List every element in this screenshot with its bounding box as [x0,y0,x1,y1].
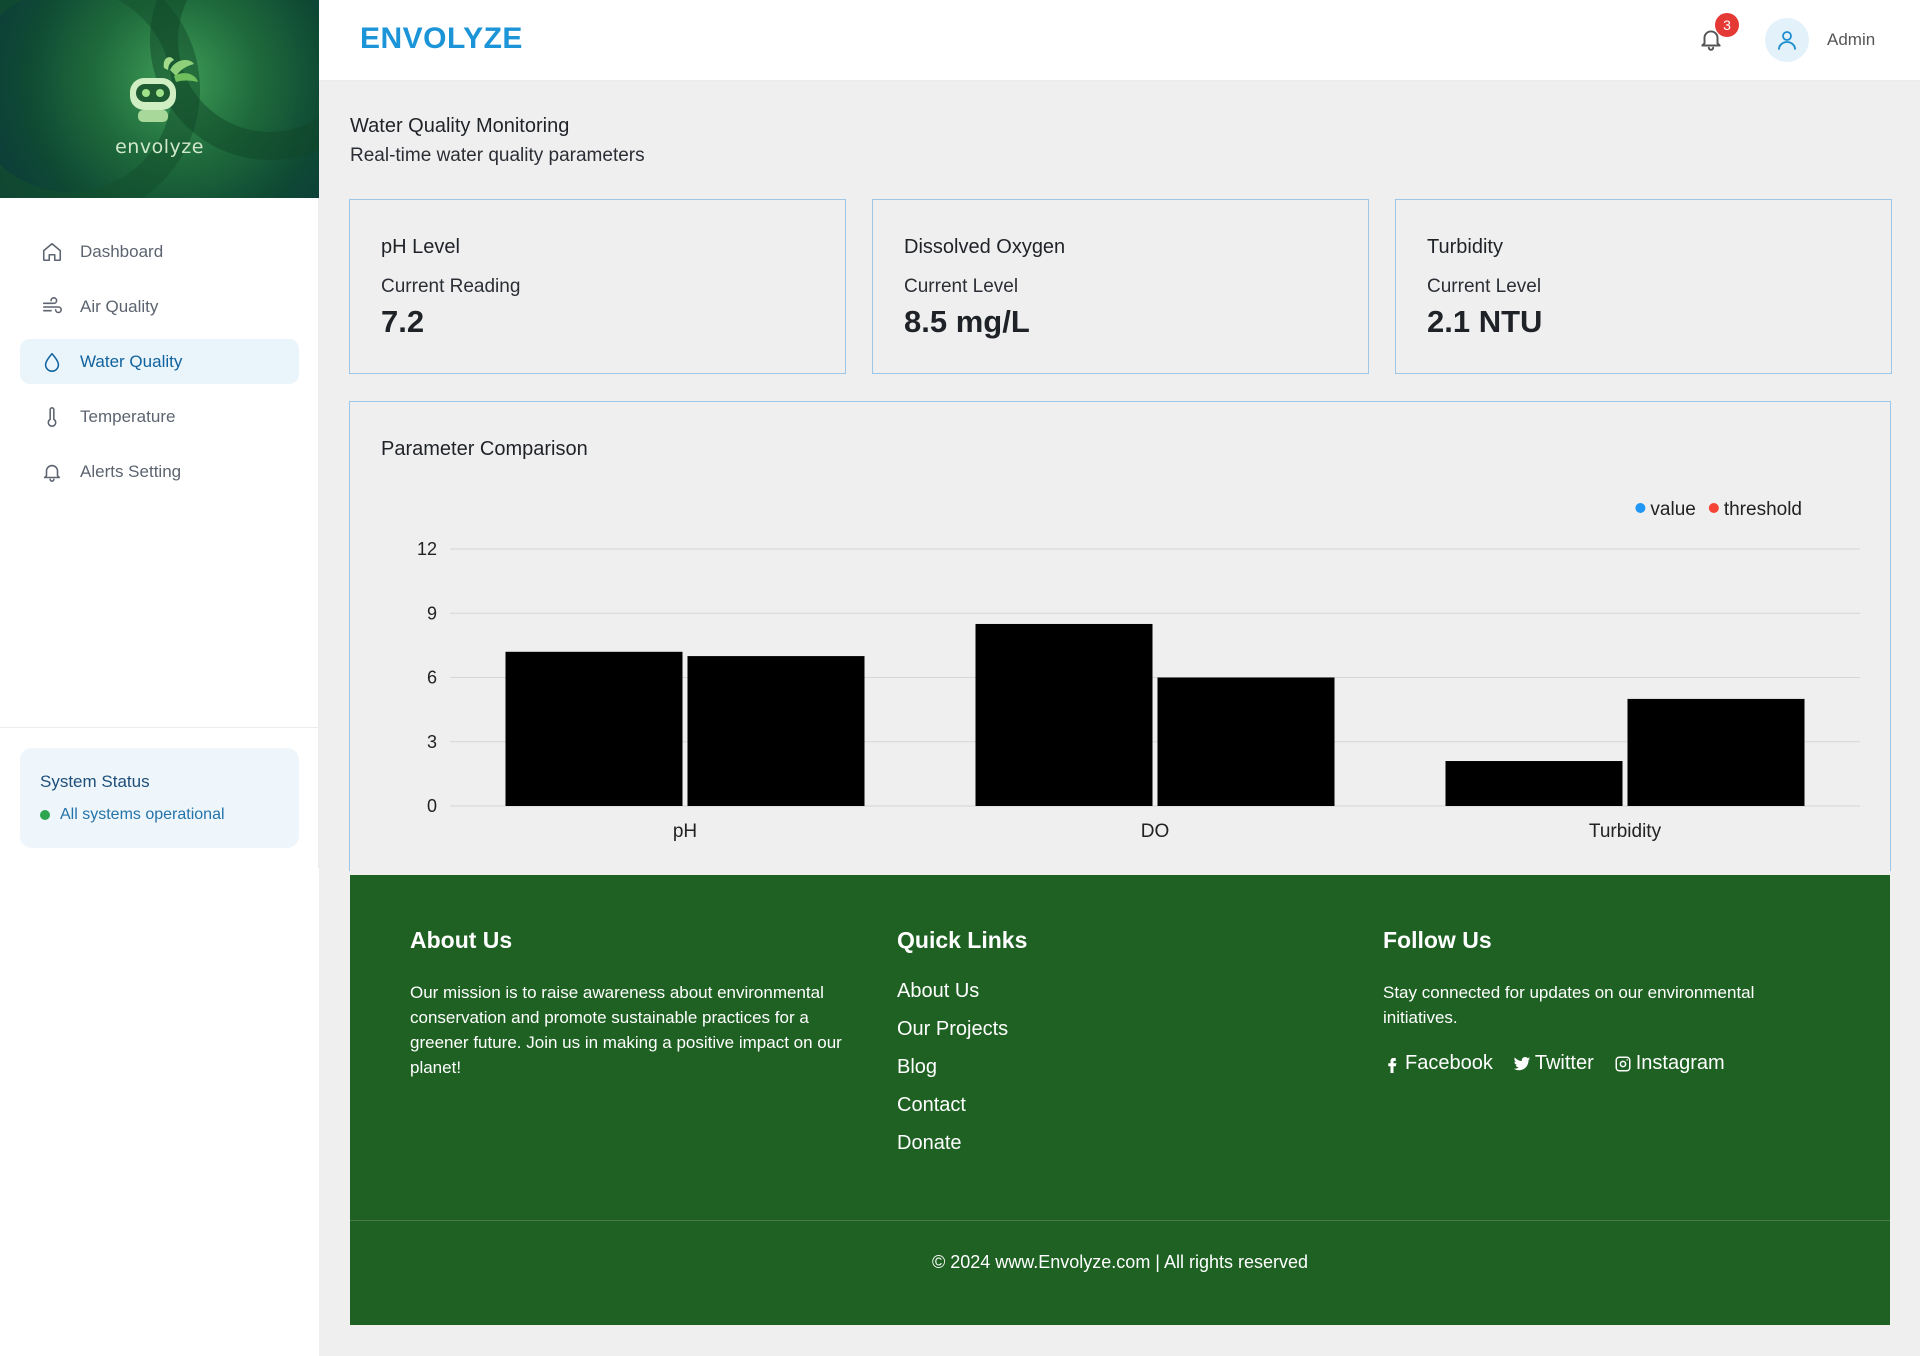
turbidity-card: Turbidity Current Level 2.1 NTU [1395,199,1892,374]
sidebar-item-air-quality[interactable]: Air Quality [20,284,299,329]
logo[interactable]: envolyze [0,0,319,198]
sidebar-nav: Dashboard Air Quality Water Quality Temp… [20,229,299,504]
footer-link-donate[interactable]: Donate [897,1132,1297,1155]
user-name[interactable]: Admin [1827,30,1875,50]
footer-link-contact[interactable]: Contact [897,1094,1297,1117]
card-label: Current Level [904,276,1019,297]
chart-bar-value-turbidity [1445,761,1623,806]
status-dot-icon [40,810,50,820]
wind-icon [40,295,64,319]
chart-y-tick-label: 6 [427,668,437,688]
chart-x-tick-label: DO [1141,821,1170,842]
page-title: Water Quality Monitoring [350,115,570,137]
sidebar: envolyze Dashboard Air Quality Water Qua… [0,0,319,868]
notification-badge: 3 [1715,13,1739,37]
chart-bar-value-ph [505,651,683,806]
social-label: Facebook [1405,1052,1493,1074]
footer-about: About Us Our mission is to raise awarene… [410,927,850,1080]
system-status-title: System Status [40,772,150,791]
chart-y-tick-label: 9 [427,603,437,623]
footer: About Us Our mission is to raise awarene… [350,875,1890,1325]
social-link-instagram[interactable]: Instagram [1614,1052,1725,1075]
sidebar-item-dashboard[interactable]: Dashboard [20,229,299,274]
sidebar-item-label: Alerts Setting [80,461,182,481]
sidebar-item-temperature[interactable]: Temperature [20,394,299,439]
chart-y-tick-label: 3 [427,732,437,752]
chart-bar-threshold-ph [687,656,865,806]
top-header: ENVOLYZE 3 Admin [319,0,1920,81]
logo-text: envolyze [115,136,204,158]
parameter-comparison-chart-card: Parameter Comparison 0 3 6 9 12 pH DO Turbidity… [349,401,1891,871]
system-status-card: System Status All systems operational [20,748,299,848]
robot-icon [130,57,198,122]
footer-quick-links: Quick Links About Us Our Projects Blog C… [897,927,1297,1170]
chart-y-tick-label: 0 [427,796,437,816]
footer-about-text: Our mission is to raise awareness about … [410,983,842,1077]
social-label: Instagram [1635,1052,1725,1074]
sidebar-item-water-quality[interactable]: Water Quality [20,339,299,384]
thermometer-icon [40,405,64,429]
footer-follow-heading: Follow Us [1383,927,1492,953]
chart-bar-threshold-do [1157,677,1335,806]
system-status-line: All systems operational [40,806,279,824]
home-icon [40,240,64,264]
chart-bar-threshold-turbidity [1627,698,1805,806]
card-title: Turbidity [1427,236,1503,258]
droplet-icon [40,350,64,374]
system-status-text: All systems operational [60,806,225,823]
footer-links-heading: Quick Links [897,927,1028,953]
card-value: 8.5 mg/L [904,304,1030,339]
footer-divider [350,1220,1890,1221]
social-link-twitter[interactable]: Twitter [1513,1052,1594,1075]
social-link-facebook[interactable]: Facebook [1383,1052,1493,1075]
avatar[interactable] [1765,18,1809,62]
chart-legend-marker [1708,503,1719,513]
card-title: pH Level [381,236,460,258]
footer-link-about-us[interactable]: About Us [897,980,1297,1003]
card-label: Current Reading [381,276,521,297]
sidebar-item-alerts-setting[interactable]: Alerts Setting [20,449,299,494]
sidebar-divider [0,727,319,728]
footer-copyright: © 2024 www.Envolyze.com | All rights res… [931,1252,1309,1272]
ph-level-card: pH Level Current Reading 7.2 [349,199,846,374]
page-subtitle: Real-time water quality parameters [350,145,645,166]
chart-legend-label: threshold [1724,499,1802,520]
facebook-icon [1388,1057,1397,1073]
chart-y-tick-label: 12 [417,539,437,559]
chart-x-tick-label: pH [673,821,697,842]
chart-legend-marker [1635,503,1646,513]
sidebar-item-label: Water Quality [80,351,183,371]
sidebar-item-label: Dashboard [80,241,164,261]
bell-icon [40,460,64,484]
chart-bar-value-do [975,623,1153,806]
card-value: 2.1 NTU [1427,304,1543,339]
instagram-icon [1615,1056,1631,1071]
card-title: Dissolved Oxygen [904,236,1066,258]
sidebar-item-label: Temperature [80,406,176,426]
footer-link-our-projects[interactable]: Our Projects [897,1018,1297,1041]
social-label: Twitter [1534,1052,1594,1074]
parameter-comparison-chart: 0 3 6 9 12 pH DO Turbidity threshold value [417,499,1860,842]
dissolved-oxygen-card: Dissolved Oxygen Current Level 8.5 mg/L [872,199,1369,374]
footer-follow-text: Stay connected for updates on our enviro… [1383,983,1755,1027]
social-links: Facebook Twitter Instagram [1383,1052,1823,1075]
sidebar-item-label: Air Quality [80,296,159,316]
footer-about-heading: About Us [410,927,513,953]
chart-legend-label: value [1650,499,1695,520]
card-value: 7.2 [381,304,425,339]
twitter-icon [1513,1056,1531,1070]
user-icon [1778,31,1796,50]
card-label: Current Level [1427,276,1542,297]
footer-link-blog[interactable]: Blog [897,1056,1297,1079]
chart-x-tick-label: Turbidity [1589,821,1662,842]
footer-follow: Follow Us Stay connected for updates on … [1383,927,1823,1075]
brand-name[interactable]: ENVOLYZE [360,22,523,56]
